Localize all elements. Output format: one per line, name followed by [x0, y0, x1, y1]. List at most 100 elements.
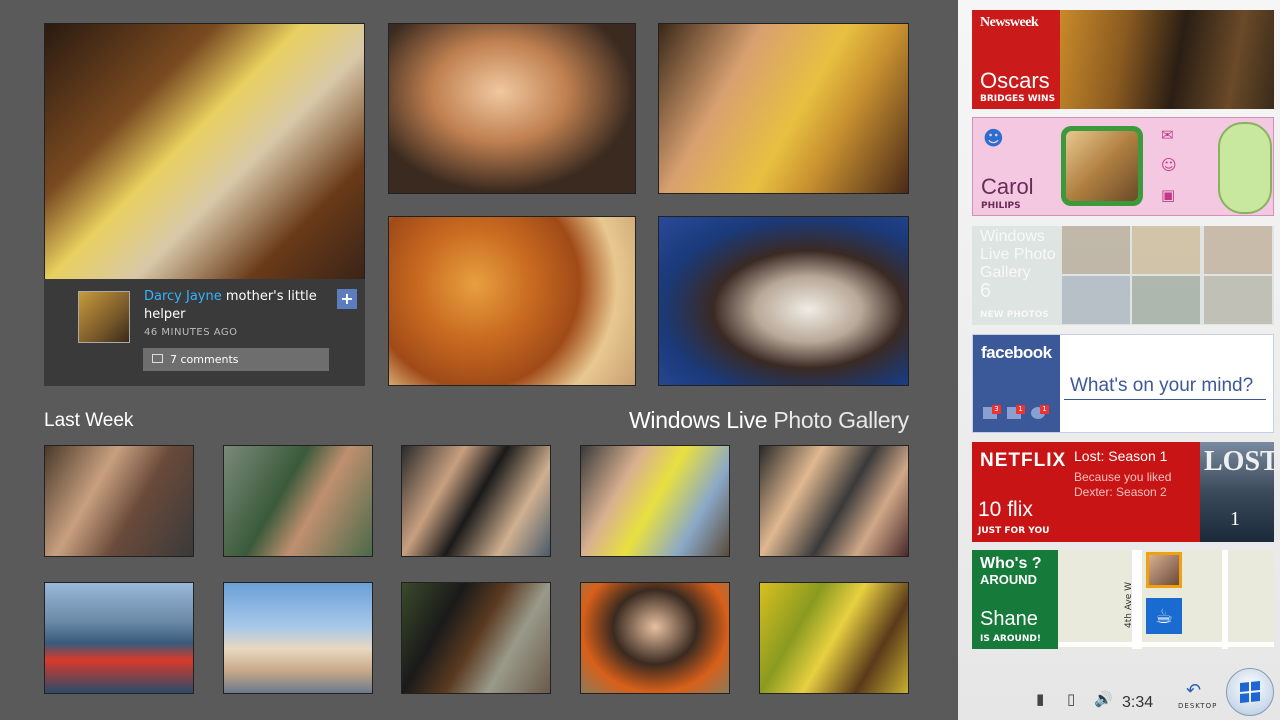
- facebook-logo: facebook: [981, 343, 1052, 362]
- friend-avatar: [1149, 555, 1179, 585]
- coffee-shop-icon[interactable]: ☕: [1146, 598, 1182, 634]
- photo-image: [389, 217, 635, 385]
- facebook-brand-panel: facebook 3 1 1: [973, 335, 1060, 432]
- comment-icon: [152, 354, 163, 363]
- camera-icon: ▣: [1161, 186, 1176, 204]
- netflix-logo: NETFLIX: [980, 450, 1067, 471]
- facebook-tile[interactable]: facebook 3 1 1 What's on your mind?: [972, 334, 1274, 433]
- thumb-woman-portrait[interactable]: [580, 582, 730, 694]
- lost-poster: LOST 1: [1200, 442, 1274, 542]
- contact-photo: [1066, 131, 1138, 201]
- poster-title: LOST: [1204, 446, 1274, 477]
- whos-around-line2: AROUND: [980, 572, 1038, 587]
- comments-button[interactable]: 7 comments: [143, 348, 329, 371]
- photo-featured-child-baking[interactable]: [44, 23, 365, 280]
- desktop-icon[interactable]: ↶: [1186, 680, 1201, 701]
- thumb-grandfather-grandson[interactable]: [44, 445, 194, 557]
- newsweek-title: Oscars: [980, 68, 1050, 93]
- signal-icon[interactable]: ▮: [1036, 690, 1044, 708]
- netflix-reason: Because you liked Dexter: Season 2: [1074, 470, 1171, 500]
- whos-around-subtitle: IS AROUND!: [980, 634, 1041, 644]
- whos-around-name: Shane: [980, 608, 1038, 630]
- author-name-link[interactable]: Darcy Jayne: [144, 289, 222, 304]
- newsweek-subtitle: BRIDGES WINS: [980, 94, 1056, 104]
- caption-timestamp: 46 MINUTES AGO: [144, 327, 238, 338]
- whos-around-tile[interactable]: 4th Ave W ☕ Who's ? AROUND Shane IS AROUN…: [972, 550, 1274, 649]
- brand-bold: Windows Live: [629, 407, 768, 433]
- messenger-buddy-icon: ☻: [983, 126, 1004, 150]
- photo-image: [581, 446, 729, 556]
- thumb-friends-group[interactable]: [759, 445, 909, 557]
- author-avatar[interactable]: [78, 291, 130, 343]
- messages-badge: 1: [1016, 405, 1025, 414]
- messenger-tile[interactable]: ☻ ✉ ☺ ▣ Carol PHILIPS: [972, 117, 1274, 216]
- photo-image: [581, 583, 729, 693]
- desktop-button-label[interactable]: DESKTOP: [1178, 702, 1217, 710]
- app-brand: Windows Live Photo Gallery: [629, 407, 909, 434]
- thumb-two-men[interactable]: [401, 445, 551, 557]
- thumb-beach-child[interactable]: [223, 582, 373, 694]
- newsweek-tile[interactable]: Newsweek Oscars BRIDGES WINS: [972, 10, 1274, 109]
- gallery-tile-name: Windows Live Photo Gallery: [980, 228, 1056, 281]
- gallery-tile-thumb: [1204, 226, 1272, 274]
- photo-image: [224, 446, 372, 556]
- gallery-tile-thumb: [1132, 226, 1200, 274]
- photo-image: [389, 24, 635, 193]
- photo-image: [760, 446, 908, 556]
- photo-image: [402, 583, 550, 693]
- photo-image: [760, 583, 908, 693]
- thumb-bananas[interactable]: [759, 582, 909, 694]
- status-prompt[interactable]: What's on your mind?: [1070, 375, 1253, 397]
- gallery-tile-count: 6: [980, 280, 992, 302]
- volume-icon[interactable]: 🔊: [1094, 690, 1113, 708]
- photo-gallery-tile[interactable]: Windows Live Photo Gallery 6 NEW PHOTOS: [972, 226, 1274, 325]
- status-underline: [1064, 399, 1266, 400]
- photo-image: [659, 217, 908, 385]
- gallery-tile-thumb: [1062, 276, 1130, 324]
- gallery-tile-subtitle: NEW PHOTOS: [980, 310, 1049, 320]
- poster-number: 1: [1230, 508, 1240, 530]
- photo-image: [45, 583, 193, 693]
- photo-caption: Darcy Jayne mother's little helper: [144, 288, 334, 324]
- contact-subtitle: PHILIPS: [981, 201, 1021, 211]
- section-title: Last Week: [44, 410, 134, 431]
- contact-photo-frame: [1061, 126, 1143, 206]
- battery-icon[interactable]: ▯: [1067, 690, 1075, 708]
- photo-child-with-bowl[interactable]: [658, 23, 909, 194]
- add-comment-button[interactable]: +: [337, 289, 357, 309]
- start-button[interactable]: [1226, 668, 1274, 716]
- photo-image: [659, 24, 908, 193]
- photo-image: [45, 24, 364, 279]
- emoticon-icon: ☺: [1161, 156, 1177, 174]
- photo-smiling-boy[interactable]: [388, 23, 636, 194]
- thumb-party-group[interactable]: [580, 445, 730, 557]
- gallery-tile-thumb: [1062, 226, 1130, 274]
- clock[interactable]: 3:34: [1122, 694, 1153, 712]
- whos-around-line1: Who's ?: [980, 555, 1042, 572]
- gallery-tile-thumb: [1204, 276, 1272, 324]
- chat-icon: ✉: [1161, 126, 1174, 144]
- thumb-kayaking[interactable]: [44, 582, 194, 694]
- contact-name: Carol: [981, 174, 1034, 199]
- photo-pizza[interactable]: [388, 216, 636, 386]
- photo-siamese-cat[interactable]: [658, 216, 909, 386]
- friend-location-pin[interactable]: [1146, 552, 1182, 588]
- notifications-badge: 1: [1040, 405, 1049, 414]
- photo-image: [224, 583, 372, 693]
- mascot-icon: [1218, 122, 1272, 214]
- netflix-reason-line2: Dexter: Season 2: [1074, 485, 1167, 499]
- newsweek-logo: Newsweek: [980, 15, 1039, 30]
- comments-label: 7 comments: [170, 353, 239, 366]
- netflix-title: Lost: Season 1: [1074, 448, 1168, 464]
- thumb-three-kids[interactable]: [223, 445, 373, 557]
- whos-around-brand-panel: Who's ? AROUND Shane IS AROUND!: [972, 550, 1058, 649]
- netflix-subtitle: JUST FOR YOU: [978, 526, 1050, 536]
- netflix-tile[interactable]: NETFLIX Lost: Season 1 Because you liked…: [972, 442, 1274, 542]
- thumb-dogs[interactable]: [401, 582, 551, 694]
- friend-requests-badge: 3: [992, 405, 1001, 414]
- whos-around-logo: Who's ? AROUND: [980, 556, 1042, 588]
- map-road: [1222, 550, 1228, 649]
- netflix-reason-line1: Because you liked: [1074, 470, 1172, 484]
- map-street-label: 4th Ave W: [1124, 581, 1134, 628]
- brand-light: Photo Gallery: [767, 407, 909, 433]
